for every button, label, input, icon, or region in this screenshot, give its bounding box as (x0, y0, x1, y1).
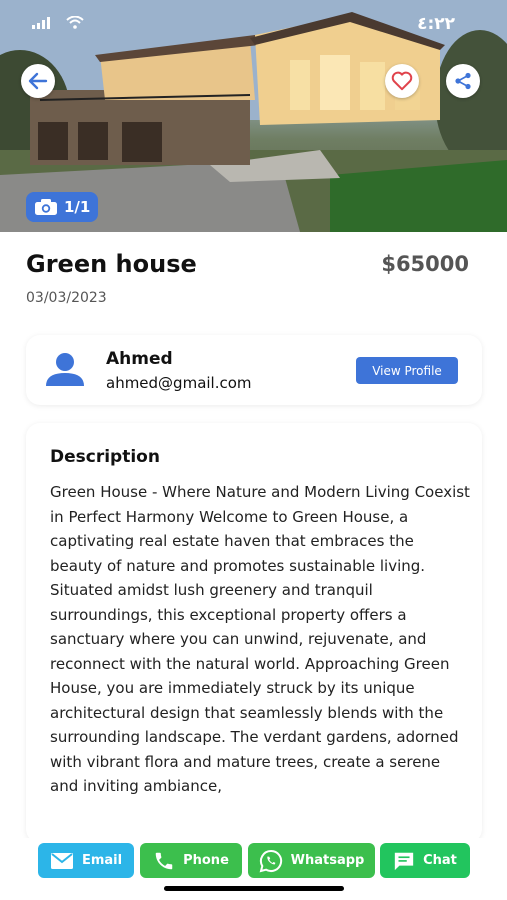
phone-icon (155, 852, 173, 869)
property-title: Green house (26, 250, 197, 278)
owner-card: Ahmed ahmed@gmail.com View Profile (26, 335, 482, 405)
chat-button-label: Chat (423, 853, 457, 868)
owner-email: ahmed@gmail.com (106, 374, 252, 392)
email-button-label: Email (81, 853, 123, 868)
status-bar: ٤:٢٢ (0, 0, 507, 48)
home-indicator[interactable] (164, 886, 344, 891)
whatsapp-button[interactable]: Whatsapp (248, 843, 375, 878)
email-icon (50, 852, 73, 869)
property-photo[interactable]: ٤:٢٢ 1/1 (0, 0, 507, 232)
email-button[interactable]: Email (38, 843, 134, 878)
description-text: Green House - Where Nature and Modern Li… (50, 483, 470, 795)
listing-date: 03/03/2023 (26, 290, 107, 306)
favorite-button[interactable] (385, 64, 419, 98)
back-button[interactable] (21, 64, 55, 98)
photo-counter-badge[interactable]: 1/1 (26, 192, 99, 222)
person-icon (46, 353, 84, 386)
phone-button[interactable]: Phone (140, 843, 242, 878)
chat-button[interactable]: Chat (380, 843, 470, 878)
whatsapp-button-label: Whatsapp (290, 853, 365, 868)
view-profile-button[interactable]: View Profile (356, 357, 458, 384)
share-icon (455, 72, 471, 90)
property-price: $65000 (381, 252, 469, 276)
chat-icon (394, 852, 414, 870)
photo-counter-text: 1/1 (64, 198, 91, 216)
share-button[interactable] (446, 64, 480, 98)
signal-bars-icon (32, 16, 50, 29)
heart-outline-icon (391, 71, 413, 91)
whatsapp-icon (259, 849, 282, 872)
status-time: ٤:٢٢ (417, 14, 455, 34)
description-card: Description Green House - Where Nature a… (26, 423, 482, 843)
description-heading: Description (50, 447, 160, 467)
owner-name: Ahmed (106, 349, 173, 369)
wifi-icon (66, 16, 84, 29)
phone-button-label: Phone (183, 853, 229, 868)
camera-icon (35, 199, 57, 215)
arrow-left-icon (28, 72, 48, 90)
